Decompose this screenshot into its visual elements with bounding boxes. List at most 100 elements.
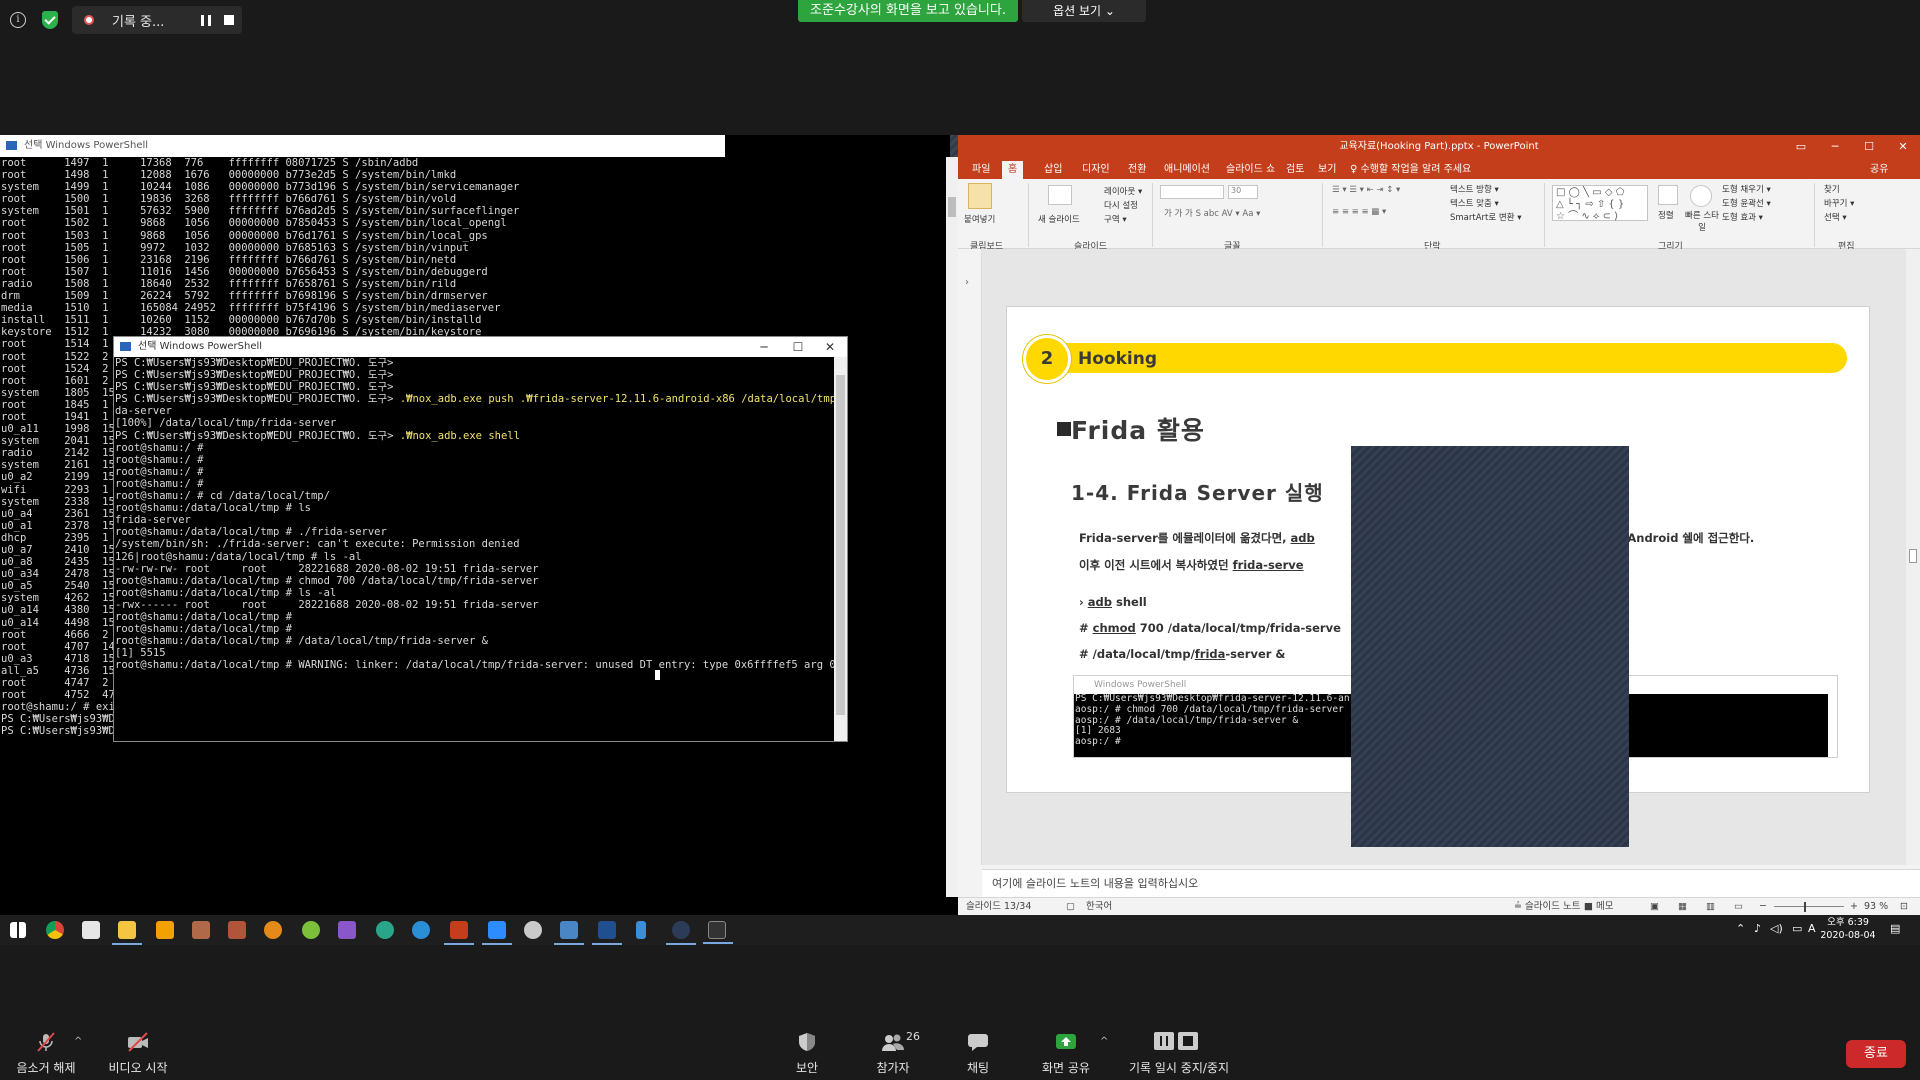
tab-insert[interactable]: 삽입 xyxy=(1038,161,1068,179)
app-icon[interactable] xyxy=(228,921,246,939)
paste-icon[interactable] xyxy=(968,183,992,209)
text-direction-button[interactable]: 텍스트 방향 ▾ xyxy=(1450,183,1499,195)
tab-slideshow[interactable]: 슬라이드 쇼 xyxy=(1220,161,1281,179)
tab-review[interactable]: 검토 xyxy=(1280,161,1310,179)
pause-stop-recording-button[interactable]: 기록 일시 중지/중지 xyxy=(1120,1018,1238,1080)
shape-effects-button[interactable]: 도형 효과 ▾ xyxy=(1722,211,1763,223)
arrange-icon[interactable] xyxy=(1658,185,1678,205)
arrange-button[interactable]: 정렬 xyxy=(1658,209,1674,221)
app-icon[interactable] xyxy=(376,921,394,939)
encryption-shield-icon[interactable] xyxy=(42,11,58,29)
zoom-slider[interactable] xyxy=(1774,906,1844,907)
align-icons[interactable]: ≡ ≡ ≡ ≡ ▦ ▾ xyxy=(1332,207,1386,217)
shapes-gallery[interactable]: □ ◯ ╲ ▭ ◇ ⬠ △ └ ┐ ⇨ ⇧ { } ☆ ⌒ ∿ ⟡ ⊂ ⟩ xyxy=(1552,185,1648,222)
powershell-front-scrollbar[interactable] xyxy=(834,357,847,741)
layout-button[interactable]: 레이아웃 ▾ xyxy=(1104,185,1142,197)
tab-file[interactable]: 파일 xyxy=(966,161,996,179)
select-button[interactable]: 선택 ▾ xyxy=(1824,211,1847,223)
quick-styles-button[interactable]: 빠른 스타일 xyxy=(1684,209,1720,233)
tab-home[interactable]: 홈 xyxy=(1002,161,1024,179)
reset-button[interactable]: 다시 설정 xyxy=(1104,199,1138,211)
tab-transitions[interactable]: 전환 xyxy=(1122,161,1152,179)
share-options-chevron[interactable]: ^ xyxy=(1100,1036,1108,1047)
section-button[interactable]: 구역 ▾ xyxy=(1104,213,1127,225)
end-meeting-button[interactable]: 종료 xyxy=(1846,1040,1906,1068)
tell-me-search[interactable]: ♀ 수행할 작업을 알려 주세요 xyxy=(1344,161,1477,179)
scrollbar-thumb[interactable] xyxy=(836,375,845,715)
app-icon[interactable] xyxy=(636,921,646,939)
normal-view-icon[interactable]: ▣ xyxy=(1650,898,1659,916)
ribbon-display-icon[interactable]: ▭ xyxy=(1784,135,1818,159)
tab-view[interactable]: 보기 xyxy=(1312,161,1342,179)
zoom-level[interactable]: 93 % xyxy=(1864,898,1888,916)
security-button[interactable]: 보안 xyxy=(786,1018,828,1080)
terminal-icon[interactable] xyxy=(703,921,733,944)
minimize-button[interactable]: ─ xyxy=(748,337,780,357)
app-icon[interactable] xyxy=(554,921,584,945)
powerpoint-titlebar[interactable]: 교육자료(Hooking Part).pptx - PowerPoint ▭ ─… xyxy=(958,135,1920,159)
fit-slide-icon[interactable]: ⊡ xyxy=(1900,898,1908,916)
share-screen-button[interactable]: 화면 공유 xyxy=(1036,1018,1096,1080)
view-options-button[interactable]: 옵션 보기 ⌄ xyxy=(1022,0,1146,22)
close-button[interactable]: ✕ xyxy=(1886,135,1920,159)
app-icon[interactable] xyxy=(192,921,210,939)
minimize-button[interactable]: ─ xyxy=(1818,135,1852,159)
app-icon[interactable] xyxy=(666,921,696,945)
find-button[interactable]: 찾기 xyxy=(1824,183,1840,195)
pause-recording-icon[interactable] xyxy=(201,15,211,26)
visual-studio-icon[interactable] xyxy=(338,921,356,939)
ime-indicator[interactable]: A xyxy=(1808,922,1816,935)
notes-pane[interactable]: 여기에 슬라이드 노트의 내용을 입력하십시오 xyxy=(982,869,1920,897)
zoom-out-icon[interactable]: ─ xyxy=(1760,898,1766,916)
font-format-icons[interactable]: 가 가 가 S abc AV ▾ Aa ▾ xyxy=(1164,207,1260,219)
reading-view-icon[interactable]: ▥ xyxy=(1706,898,1715,916)
expand-pane-icon[interactable]: › xyxy=(965,277,969,288)
powershell-front-titlebar[interactable]: 선택 Windows PowerShell ─ ☐ ✕ xyxy=(114,337,847,357)
font-size-select[interactable]: 30 xyxy=(1228,185,1258,199)
replace-button[interactable]: 바꾸기 ▾ xyxy=(1824,197,1854,209)
tray-expand-icon[interactable]: ⌃ xyxy=(1736,922,1745,935)
unmute-button[interactable]: 음소거 해제 xyxy=(6,1018,86,1080)
settings-icon[interactable] xyxy=(524,921,542,939)
start-icon[interactable] xyxy=(10,922,26,938)
text-align-button[interactable]: 텍스트 맞춤 ▾ xyxy=(1450,197,1499,209)
spell-check-icon[interactable]: ▢ xyxy=(1066,898,1075,916)
info-icon[interactable]: i xyxy=(10,12,26,28)
microphone-icon[interactable]: ♪ xyxy=(1754,922,1761,935)
slideshow-view-icon[interactable]: ▭ xyxy=(1734,898,1743,916)
participants-button[interactable]: 26 참가자 xyxy=(868,1018,920,1080)
smartart-button[interactable]: SmartArt로 변환 ▾ xyxy=(1450,211,1522,223)
language-indicator[interactable]: 한국어 xyxy=(1086,898,1112,916)
app-icon[interactable] xyxy=(82,921,100,939)
tab-animations[interactable]: 애니메이션 xyxy=(1158,161,1216,179)
list-icons[interactable]: ☰ ▾ ☰ ▾ ⇤ ⇥ ↕ ▾ xyxy=(1332,185,1400,195)
maximize-button[interactable]: ☐ xyxy=(782,337,814,357)
slide-scrollbar[interactable] xyxy=(1906,249,1920,865)
powershell-window-front[interactable]: 선택 Windows PowerShell ─ ☐ ✕ PS C:₩Users₩… xyxy=(113,336,848,742)
font-name-select[interactable] xyxy=(1160,185,1224,199)
chrome-icon[interactable] xyxy=(46,921,64,939)
new-slide-button[interactable]: 새 슬라이드 xyxy=(1038,213,1080,225)
powershell-back-scrollbar[interactable] xyxy=(946,157,958,897)
notification-icon[interactable]: ▤ xyxy=(1890,922,1900,935)
clock[interactable]: 오후 6:39 2020-08-04 xyxy=(1820,916,1876,942)
zoom-slider-thumb[interactable] xyxy=(1804,902,1806,912)
tab-design[interactable]: 디자인 xyxy=(1076,161,1116,179)
powershell-taskbar-icon[interactable] xyxy=(592,921,622,945)
share-button[interactable]: 공유 xyxy=(1864,161,1894,179)
chat-button[interactable]: 채팅 xyxy=(956,1018,1000,1080)
maximize-button[interactable]: ☐ xyxy=(1852,135,1886,159)
start-video-button[interactable]: 비디오 시작 xyxy=(96,1018,180,1080)
slide-thumbnail-pane-collapsed[interactable]: › xyxy=(958,249,982,865)
shape-fill-button[interactable]: 도형 채우기 ▾ xyxy=(1722,183,1771,195)
zoom-in-icon[interactable]: + xyxy=(1850,898,1858,916)
shape-outline-button[interactable]: 도형 윤곽선 ▾ xyxy=(1722,197,1771,209)
scrollbar-thumb[interactable] xyxy=(1909,549,1917,563)
app-icon[interactable] xyxy=(302,921,320,939)
comments-toggle[interactable]: ■ 메모 xyxy=(1584,898,1613,916)
zoom-icon[interactable] xyxy=(482,921,512,945)
audio-options-chevron[interactable]: ^ xyxy=(74,1036,82,1047)
notes-toggle[interactable]: ≟ 슬라이드 노트 xyxy=(1514,898,1580,916)
close-button[interactable]: ✕ xyxy=(814,337,846,357)
paste-button[interactable]: 붙여넣기 xyxy=(964,213,995,225)
